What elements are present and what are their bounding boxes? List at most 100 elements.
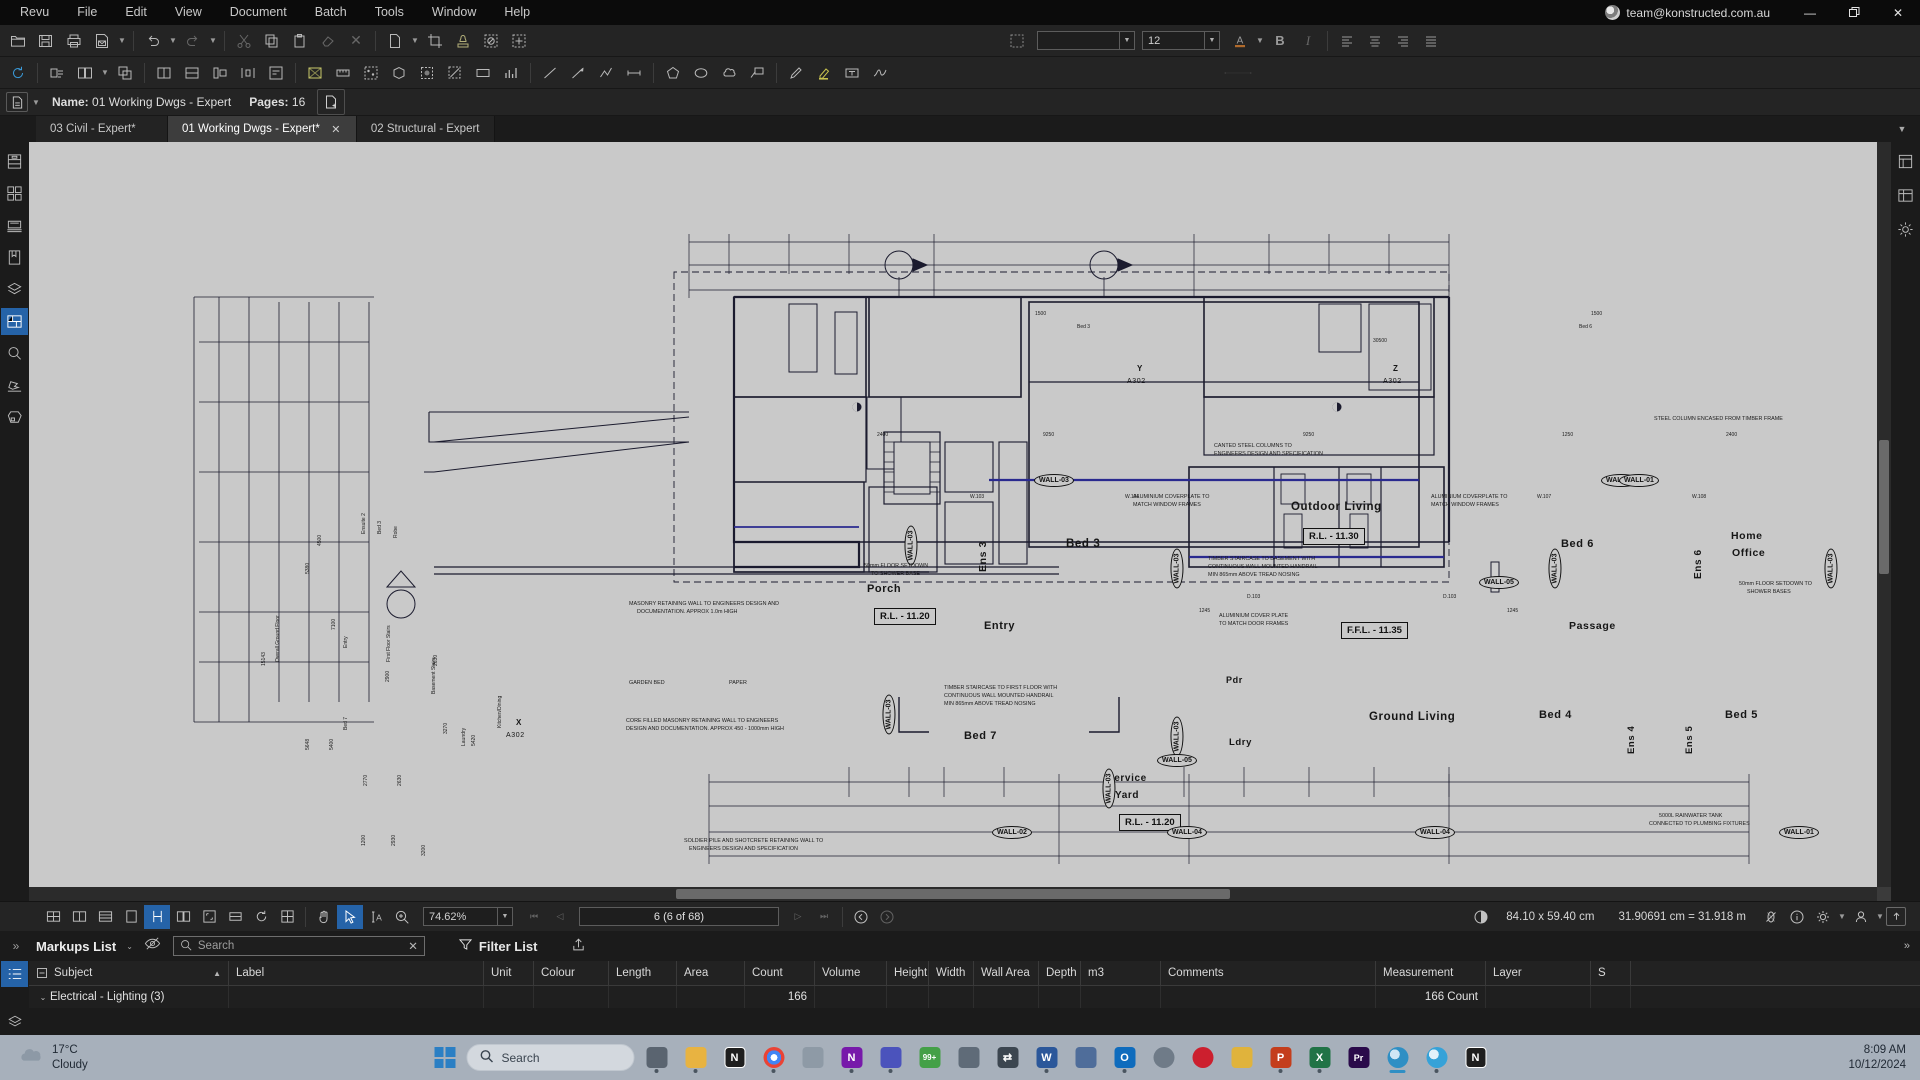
open-folder-icon[interactable] xyxy=(4,28,32,54)
menu-edit[interactable]: Edit xyxy=(111,0,161,25)
tab-overflow-caret-icon[interactable]: ▼ xyxy=(1892,116,1912,142)
reset-view-icon[interactable] xyxy=(274,905,300,929)
rotate-view-icon[interactable] xyxy=(248,905,274,929)
space-objects-icon[interactable] xyxy=(234,60,262,86)
scrollbar-thumb[interactable] xyxy=(1879,440,1889,575)
tile-icon[interactable] xyxy=(178,60,206,86)
taskbar-app-editor[interactable] xyxy=(1225,1041,1259,1075)
new-page-icon[interactable] xyxy=(381,28,409,54)
polygon-icon[interactable] xyxy=(659,60,687,86)
align-justify-icon[interactable] xyxy=(1417,28,1445,54)
two-page-layout-icon[interactable] xyxy=(66,905,92,929)
menu-document[interactable]: Document xyxy=(216,0,301,25)
taskbar-app-outlook[interactable]: O xyxy=(1108,1041,1142,1075)
signature-icon[interactable] xyxy=(866,60,894,86)
callout-icon[interactable] xyxy=(743,60,771,86)
count-icon[interactable] xyxy=(357,60,385,86)
chevron-down-icon[interactable]: ▼ xyxy=(1119,32,1134,49)
taskbar-app-bluebeam-studio[interactable] xyxy=(1420,1041,1454,1075)
align-left-icon[interactable] xyxy=(1333,28,1361,54)
text-box-icon[interactable] xyxy=(838,60,866,86)
taskbar-app-premiere[interactable]: Pr xyxy=(1342,1041,1376,1075)
delete-icon[interactable]: ✕ xyxy=(342,28,370,54)
search-input[interactable]: Search xyxy=(198,940,402,952)
taskbar-app-powerpoint[interactable]: P xyxy=(1264,1041,1298,1075)
taskbar-app-notion-2[interactable]: N xyxy=(1459,1041,1493,1075)
column-header-label-col[interactable]: Label xyxy=(229,961,484,985)
menu-view[interactable]: View xyxy=(161,0,216,25)
table-row[interactable]: ⌄ Electrical - Lighting (3) 166 166 Coun… xyxy=(29,986,1920,1008)
zoom-level-select[interactable]: 74.62% ▼ xyxy=(423,907,513,926)
sidebar-item-bookmarks[interactable] xyxy=(1,244,28,271)
sidebar-item-grid[interactable] xyxy=(1,180,28,207)
email-options-caret-icon[interactable]: ▼ xyxy=(116,28,128,54)
align-objects-icon[interactable] xyxy=(206,60,234,86)
chevron-down-icon[interactable]: ▼ xyxy=(1204,32,1219,49)
column-header-volume[interactable]: Volume xyxy=(815,961,887,985)
pdf-sheet[interactable]: Outdoor Living Bed 3 Ens 3 Porch Entry B… xyxy=(29,142,1877,887)
taskbar-app-switch[interactable]: ⇄ xyxy=(991,1041,1025,1075)
font-size-select[interactable]: 12 ▼ xyxy=(1142,31,1220,50)
stamp-icon[interactable] xyxy=(449,28,477,54)
close-button[interactable]: ✕ xyxy=(1876,0,1920,25)
italic-button[interactable]: I xyxy=(1294,28,1322,54)
taskbar-app-notion-1[interactable]: N xyxy=(718,1041,752,1075)
split-vertical-icon[interactable] xyxy=(170,905,196,929)
taskbar-app-camera[interactable] xyxy=(1147,1041,1181,1075)
save-icon[interactable] xyxy=(32,28,60,54)
account-indicator[interactable]: team@konstructed.com.au xyxy=(1605,5,1770,20)
column-header-colour[interactable]: Colour xyxy=(534,961,609,985)
cut-icon[interactable] xyxy=(230,28,258,54)
undo-history-caret-icon[interactable]: ▼ xyxy=(167,28,179,54)
select-cursor-icon[interactable] xyxy=(337,904,363,929)
markups-search-box[interactable]: Search ✕ xyxy=(172,936,425,956)
export-icon[interactable] xyxy=(571,937,586,955)
column-header-m3[interactable]: m3 xyxy=(1081,961,1161,985)
arrow-icon[interactable] xyxy=(564,60,592,86)
column-header-height[interactable]: Height xyxy=(887,961,929,985)
user-profile-caret-icon[interactable]: ▼ xyxy=(1874,904,1886,930)
eye-slash-icon[interactable] xyxy=(143,935,163,957)
menu-batch[interactable]: Batch xyxy=(301,0,361,25)
sidebar-item-page-view[interactable] xyxy=(1,212,28,239)
column-header-count[interactable]: Count xyxy=(745,961,815,985)
font-family-select[interactable]: ▼ xyxy=(1037,31,1135,50)
expand-panel-icon[interactable]: » xyxy=(6,939,26,953)
column-header-wall-area[interactable]: Wall Area xyxy=(974,961,1039,985)
tool-chest-panel-button[interactable] xyxy=(1892,182,1919,209)
markups-list-caret-icon[interactable]: ⌄ xyxy=(126,942,133,951)
rect-select-icon[interactable] xyxy=(469,60,497,86)
column-header-measurement[interactable]: Measurement xyxy=(1376,961,1486,985)
clear-search-icon[interactable]: ✕ xyxy=(408,939,418,953)
grid-layout-icon[interactable] xyxy=(40,905,66,929)
font-color-caret-icon[interactable]: ▼ xyxy=(1254,28,1266,54)
column-header-length[interactable]: Length xyxy=(609,961,677,985)
paste-icon[interactable] xyxy=(286,28,314,54)
overlay-icon[interactable] xyxy=(111,60,139,86)
ellipse-icon[interactable] xyxy=(687,60,715,86)
pen-icon[interactable] xyxy=(782,60,810,86)
line-icon[interactable] xyxy=(536,60,564,86)
font-color-icon[interactable]: A xyxy=(1226,28,1254,54)
fit-width-icon[interactable] xyxy=(222,905,248,929)
maximize-button[interactable] xyxy=(1832,0,1876,25)
taskbar-app-badge[interactable]: 99+ xyxy=(913,1041,947,1075)
refresh-icon[interactable] xyxy=(4,60,32,86)
bar-chart-icon[interactable] xyxy=(497,60,525,86)
settings-panel-button[interactable] xyxy=(1892,216,1919,243)
filter-list-button[interactable]: Filter List xyxy=(458,938,537,954)
taskbar-app-chrome[interactable] xyxy=(757,1041,791,1075)
menu-revu[interactable]: Revu xyxy=(6,0,63,25)
markups-grid[interactable]: Subject ▲ Label Unit Colour Length Area … xyxy=(29,961,1920,1035)
redo-history-caret-icon[interactable]: ▼ xyxy=(207,28,219,54)
user-profile-icon[interactable] xyxy=(1848,905,1874,929)
text-region-select-icon[interactable] xyxy=(1003,28,1031,54)
compare-icon[interactable] xyxy=(71,60,99,86)
column-header-comments[interactable]: Comments xyxy=(1161,961,1376,985)
markups-layers-button[interactable] xyxy=(1,1009,28,1035)
zoom-tool-icon[interactable] xyxy=(389,905,415,929)
sidebar-item-shapes[interactable] xyxy=(1,404,28,431)
tab-03-civil[interactable]: 03 Civil - Expert* xyxy=(36,116,168,142)
align-right-icon[interactable] xyxy=(1389,28,1417,54)
taskbar-app-excel[interactable]: X xyxy=(1303,1041,1337,1075)
